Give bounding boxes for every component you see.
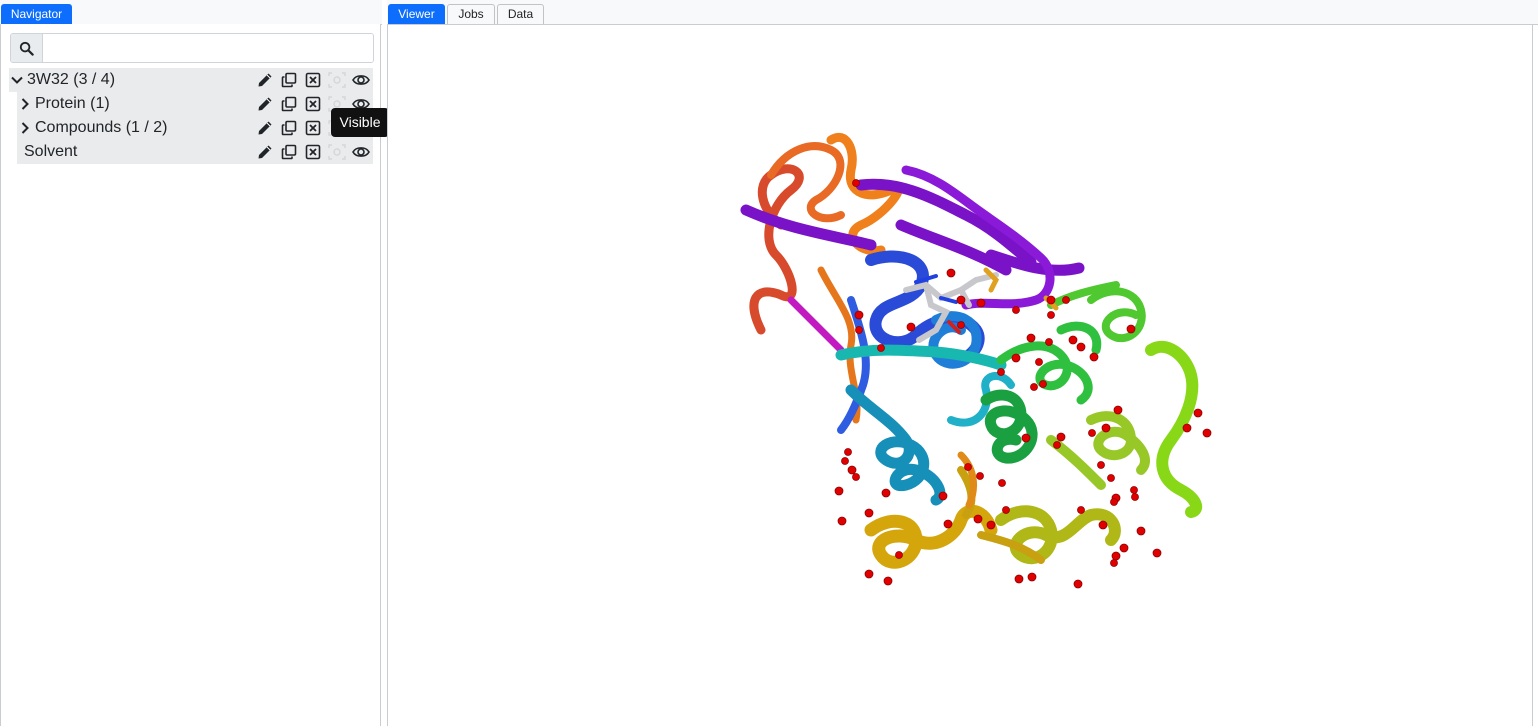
pencil-icon[interactable] xyxy=(253,116,277,140)
tab-viewer[interactable]: Viewer xyxy=(388,4,445,24)
tree-row-label: Solvent xyxy=(24,143,78,160)
tree-row-compounds[interactable]: Compounds (1 / 2) xyxy=(17,116,373,140)
copy-icon[interactable] xyxy=(277,140,301,164)
ribbon-magenta xyxy=(787,296,845,354)
ribbon-yellowgreen xyxy=(1046,411,1150,490)
pencil-icon[interactable] xyxy=(253,140,277,164)
tree-row-label: Compounds (1 / 2) xyxy=(35,119,168,136)
chevron-down-icon[interactable] xyxy=(9,72,25,88)
tree-row-label: 3W32 (3 / 4) xyxy=(27,71,116,88)
ribbon-orange-red xyxy=(767,142,845,223)
row-actions xyxy=(253,68,373,92)
focus-icon[interactable] xyxy=(325,68,349,92)
copy-icon[interactable] xyxy=(277,92,301,116)
close-square-icon[interactable] xyxy=(301,140,325,164)
chevron-right-icon[interactable] xyxy=(17,96,33,112)
tree-row-solvent[interactable]: Solvent xyxy=(17,140,373,164)
molecule-viewer[interactable] xyxy=(387,25,1533,726)
row-actions xyxy=(253,140,373,164)
tree-row-label: Protein (1) xyxy=(35,95,110,112)
copy-icon[interactable] xyxy=(277,68,301,92)
search-button[interactable] xyxy=(11,34,43,62)
ribbon-gold xyxy=(864,504,998,569)
protein-structure[interactable] xyxy=(388,25,1533,726)
focus-icon[interactable] xyxy=(325,140,349,164)
search-box xyxy=(10,33,374,63)
close-square-icon[interactable] xyxy=(301,68,325,92)
ribbon-cyan-teal xyxy=(845,384,946,506)
visible-tooltip: Visible xyxy=(331,108,389,137)
ribbon-green-dark xyxy=(980,389,1038,464)
search-icon xyxy=(19,41,34,56)
eye-icon[interactable] xyxy=(349,140,373,164)
tab-jobs[interactable]: Jobs xyxy=(447,4,495,24)
search-input[interactable] xyxy=(43,34,373,62)
tree-row-protein[interactable]: Protein (1) xyxy=(17,92,373,116)
copy-icon[interactable] xyxy=(277,116,301,140)
navigator-panel: 3W32 (3 / 4) Protein (1) Compounds (1 / … xyxy=(0,24,381,726)
tree-row-3w32[interactable]: 3W32 (3 / 4) xyxy=(9,68,373,92)
chevron-right-icon[interactable] xyxy=(17,120,33,136)
left-tabbar: Navigator xyxy=(0,0,382,25)
right-tabbar: Viewer Jobs Data xyxy=(387,0,1538,25)
ribbon-green xyxy=(996,321,1102,405)
tab-navigator[interactable]: Navigator xyxy=(1,4,72,24)
ribbon-olive xyxy=(995,505,1121,565)
tab-data[interactable]: Data xyxy=(497,4,544,24)
pencil-icon[interactable] xyxy=(253,92,277,116)
close-square-icon[interactable] xyxy=(301,116,325,140)
eye-icon[interactable] xyxy=(349,68,373,92)
pencil-icon[interactable] xyxy=(253,68,277,92)
close-square-icon[interactable] xyxy=(301,92,325,116)
